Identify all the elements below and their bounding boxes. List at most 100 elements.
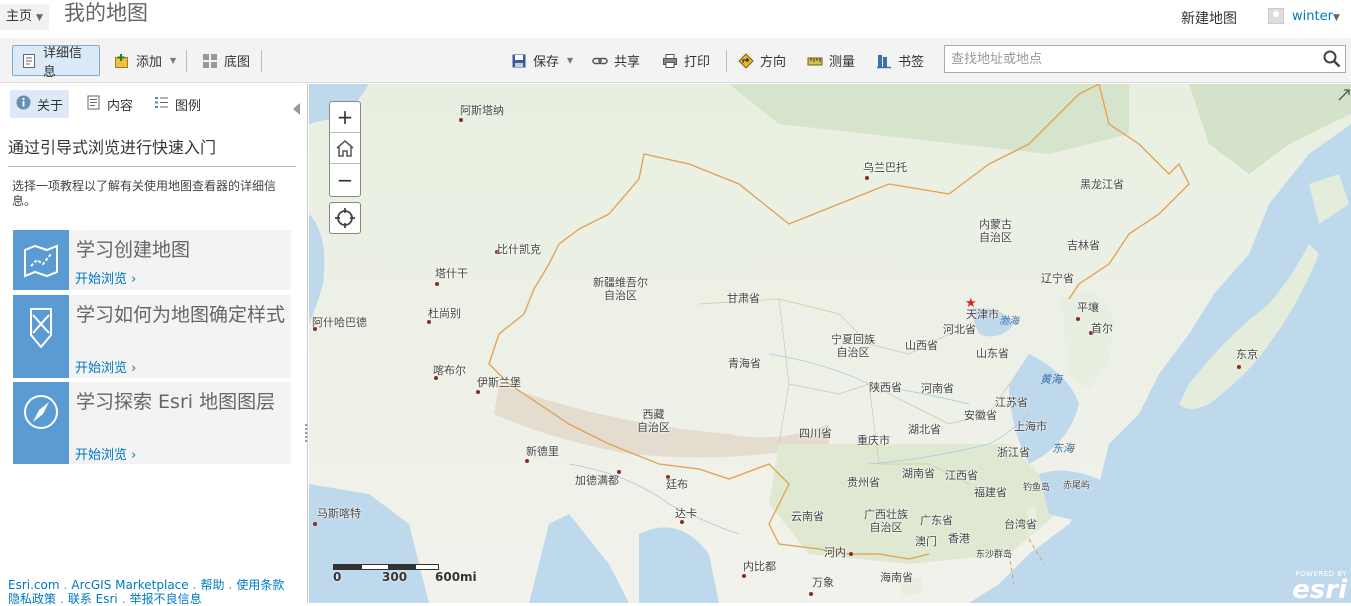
map-label: 新疆维吾尔 自治区 <box>593 276 648 302</box>
home-label: 主页 <box>6 9 33 24</box>
details-button[interactable]: 详细信息 <box>12 45 100 80</box>
home-menu[interactable]: 主页 ▼ <box>0 4 49 30</box>
search-box <box>944 45 1346 73</box>
search-input[interactable] <box>945 46 1305 72</box>
pen-style-icon <box>13 295 69 378</box>
map-label: 安徽省 <box>964 409 997 422</box>
search-icon[interactable] <box>1323 50 1341 68</box>
footer-link-contact[interactable]: 联系 Esri <box>68 592 118 606</box>
tab-content[interactable]: 内容 <box>80 90 139 118</box>
guide-description: 选择一项教程以了解有关使用地图查看器的详细信息。 <box>12 179 277 208</box>
city-marker <box>849 552 853 556</box>
document-icon <box>21 53 37 69</box>
user-menu[interactable]: winter▼ <box>1292 9 1340 24</box>
zoom-in-button[interactable]: + <box>330 102 360 133</box>
map-label: 内比都 <box>743 560 776 573</box>
map-label: 乌兰巴托 <box>863 161 907 174</box>
map-label: 江苏省 <box>995 396 1028 409</box>
map-label: 甘肃省 <box>727 292 760 305</box>
map-label: 河内 <box>824 546 846 559</box>
new-map-link[interactable]: 新建地图 <box>1181 8 1237 28</box>
map-label: 平壤 <box>1077 301 1099 314</box>
map-label: 山西省 <box>905 339 938 352</box>
home-extent-button[interactable] <box>330 133 360 164</box>
map-label: 青海省 <box>728 357 761 370</box>
separator: . <box>63 578 68 592</box>
bookmarks-button[interactable]: 书签 <box>868 45 932 76</box>
print-button[interactable]: 打印 <box>654 45 718 76</box>
footer-link-marketplace[interactable]: ArcGIS Marketplace <box>71 578 188 592</box>
footer-link-help[interactable]: 帮助 <box>200 578 224 592</box>
share-button[interactable]: 共享 <box>584 45 648 76</box>
tab-about[interactable]: 关于 <box>10 90 70 118</box>
zoom-controls: + − <box>329 101 361 197</box>
directions-button[interactable]: 方向 <box>730 45 794 76</box>
city-marker <box>1076 317 1080 321</box>
map-label: 东京 <box>1236 348 1258 361</box>
map-label: 台湾省 <box>1004 518 1037 531</box>
map-label: 加德满都 <box>575 474 619 487</box>
start-tour-link[interactable]: 开始浏览 › <box>75 357 136 376</box>
tutorial-card-create-map[interactable]: 学习创建地图 开始浏览 › <box>13 230 291 290</box>
zoom-out-button[interactable]: − <box>330 164 360 195</box>
esri-logo[interactable]: POWERED BY esri <box>1287 570 1347 603</box>
basemap-label: 底图 <box>224 55 251 70</box>
card-title: 学习探索 Esri 地图图层 <box>76 391 276 413</box>
panel-resize-handle[interactable] <box>305 424 307 442</box>
map-label: 山东省 <box>976 347 1009 360</box>
compass-icon <box>13 382 69 464</box>
map-label: 上海市 <box>1014 420 1047 433</box>
add-button[interactable]: 添加 ▼ <box>106 45 184 76</box>
user-name: winter <box>1292 9 1333 24</box>
map-title[interactable]: 我的地图 <box>64 0 148 26</box>
map-label: 浙江省 <box>997 446 1030 459</box>
start-tour-link[interactable]: 开始浏览 › <box>75 444 136 463</box>
locate-button[interactable] <box>329 202 361 234</box>
add-layer-icon <box>114 53 130 69</box>
tutorial-card-style-map[interactable]: 学习如何为地图确定样式 开始浏览 › <box>13 295 291 378</box>
directions-label: 方向 <box>760 55 787 70</box>
city-marker <box>742 574 746 578</box>
map-label: 陕西省 <box>869 381 902 394</box>
expand-map-icon[interactable] <box>1338 86 1350 101</box>
map-label: 西藏 自治区 <box>637 408 670 434</box>
map-label: 新德里 <box>526 445 559 458</box>
footer-links: Esri.com. ArcGIS Marketplace. 帮助. 使用条款 隐私政策.… <box>8 578 300 606</box>
map-label: 黑龙江省 <box>1080 178 1124 191</box>
map-view[interactable]: ★ 阿斯塔纳 乌兰巴托 黑龙江省 内蒙古 自治区 吉林省 比什凯克 塔什干 新疆… <box>309 84 1351 603</box>
start-tour-link[interactable]: 开始浏览 › <box>75 268 136 287</box>
details-label: 详细信息 <box>43 45 83 80</box>
collapse-panel-icon[interactable] <box>293 103 300 115</box>
footer-link-report[interactable]: 举报不良信息 <box>130 592 202 606</box>
footer-link-esri[interactable]: Esri.com <box>8 578 60 592</box>
user-avatar-icon[interactable] <box>1268 8 1284 24</box>
map-label: 杜尚别 <box>428 307 461 320</box>
tab-content-label: 内容 <box>107 98 134 114</box>
map-label: 钓鱼岛 <box>1023 483 1051 493</box>
chevron-down-icon: ▼ <box>567 56 574 65</box>
map-label: 廷布 <box>666 478 688 491</box>
tutorial-card-explore-layers[interactable]: 学习探索 Esri 地图图层 开始浏览 › <box>13 382 291 464</box>
tab-legend[interactable]: 图例 <box>148 90 207 118</box>
share-label: 共享 <box>614 55 641 70</box>
footer-link-privacy[interactable]: 隐私政策 <box>8 592 56 606</box>
footer-link-terms[interactable]: 使用条款 <box>236 578 284 592</box>
bookmarks-label: 书签 <box>898 55 925 70</box>
save-button[interactable]: 保存 ▼ <box>503 45 581 76</box>
map-label: 湖南省 <box>902 467 935 480</box>
info-icon <box>16 95 31 114</box>
map-label: 阿斯塔纳 <box>460 104 504 117</box>
map-label: 黄海 <box>1040 373 1062 386</box>
basemap-graphic <box>309 84 1351 603</box>
basemap-button[interactable]: 底图 <box>194 45 258 76</box>
bookmark-icon <box>876 53 892 69</box>
map-label: 湖北省 <box>908 423 941 436</box>
map-label: 喀布尔 <box>433 364 466 377</box>
measure-button[interactable]: 测量 <box>799 45 863 76</box>
map-route-icon <box>13 230 69 290</box>
city-marker <box>435 282 439 286</box>
chevron-down-icon: ▼ <box>170 56 177 65</box>
map-label: 云南省 <box>791 510 824 523</box>
measure-label: 测量 <box>829 55 856 70</box>
map-label: 渤海 <box>999 316 1019 327</box>
